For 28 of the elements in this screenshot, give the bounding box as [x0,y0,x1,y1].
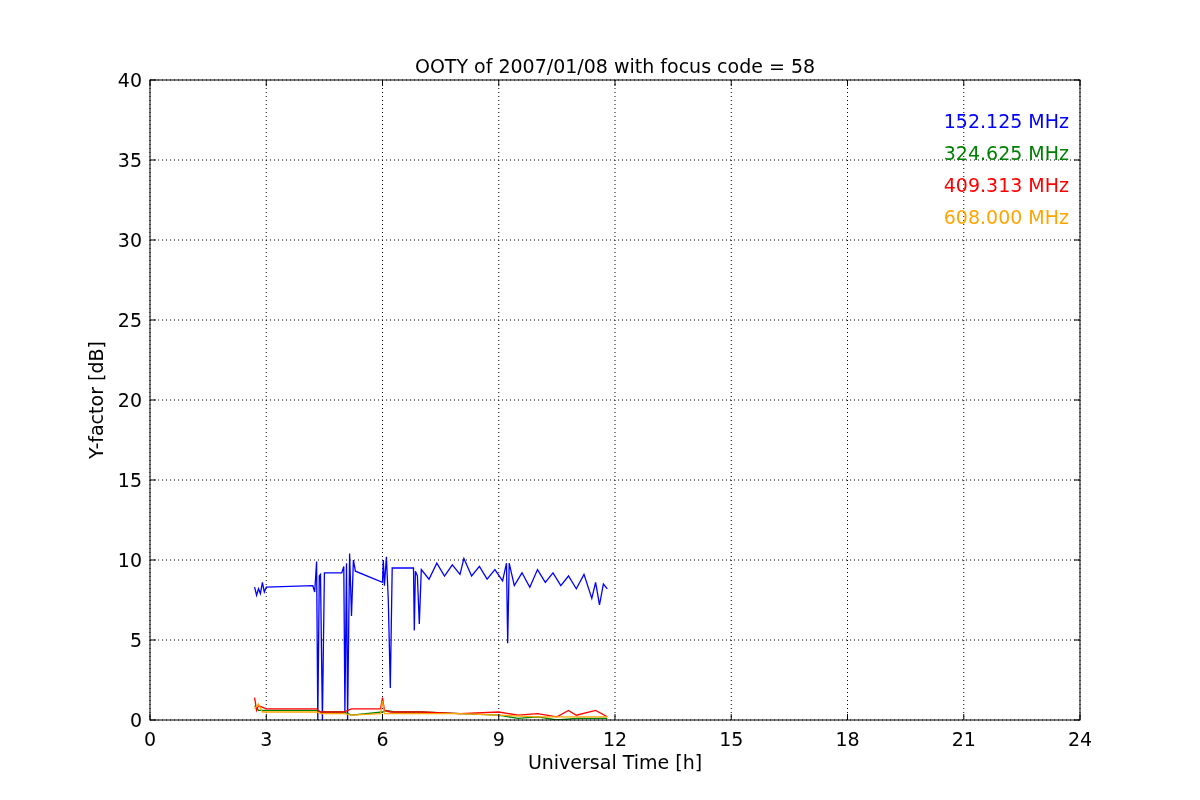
y-tick-label: 15 [117,469,142,491]
y-tick-label: 35 [117,149,142,171]
y-tick-label: 0 [129,709,142,731]
y-tick-label: 20 [117,389,142,411]
x-tick-label: 3 [260,728,273,750]
legend-label: 608.000 MHz [943,206,1069,228]
y-tick-label: 10 [117,549,142,571]
y-tick-label: 5 [129,629,142,651]
y-tick-label: 40 [117,69,142,91]
legend-label: 152.125 MHz [943,110,1069,132]
y-tick-label: 25 [117,309,142,331]
tick-mark [265,713,267,721]
x-tick-label: 12 [602,728,628,750]
x-tick-label: 18 [835,728,860,750]
x-tick-label: 15 [719,728,744,750]
x-axis-label: Universal Time [h] [527,751,703,773]
y-axis-label: Y-factor [dB] [85,341,107,459]
tick-mark [498,713,500,721]
chart-title: OOTY of 2007/01/08 with focus code = 58 [414,55,816,77]
y-tick-label: 30 [117,229,142,251]
x-tick-label: 6 [376,728,389,750]
x-tick-label: 24 [1067,728,1093,750]
x-tick-label: 21 [951,728,976,750]
x-tick-label: 9 [492,728,505,750]
x-tick-label: 0 [143,728,157,750]
legend-label: 324.625 MHz [943,142,1069,164]
legend-label: 409.313 MHz [943,174,1069,196]
tick-mark [382,713,383,721]
